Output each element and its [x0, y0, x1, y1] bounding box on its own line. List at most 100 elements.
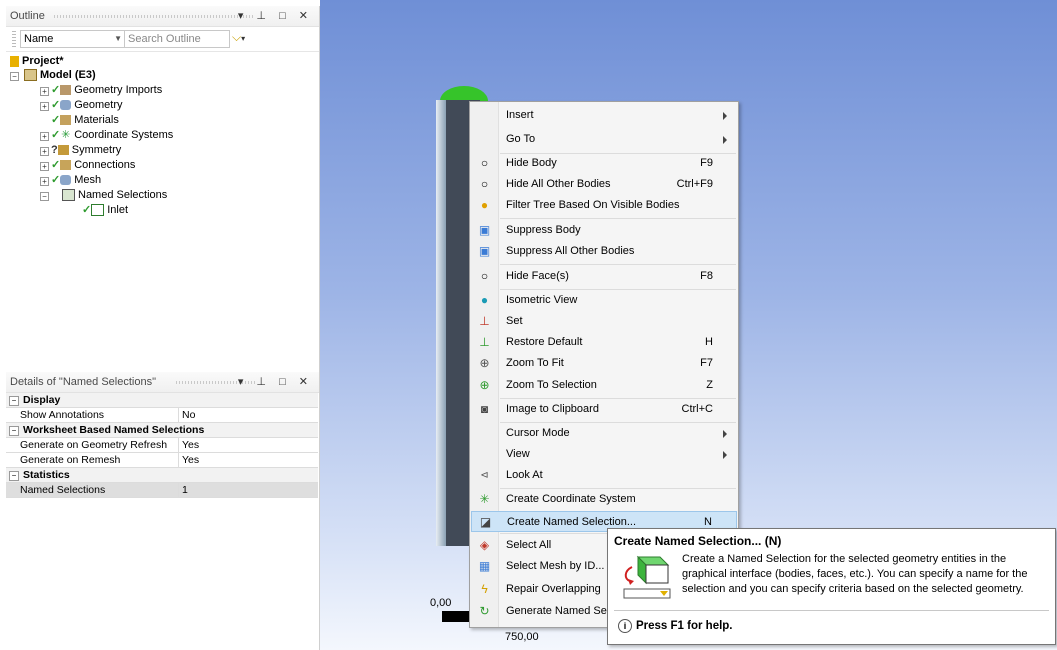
collapse-icon[interactable]: −: [9, 426, 19, 436]
detail-name: Generate on Remesh: [6, 452, 179, 468]
search-outline-input[interactable]: Search Outline: [124, 30, 230, 48]
menu-label: Image to Clipboard: [506, 403, 599, 415]
section-statistics[interactable]: − Statistics: [6, 467, 318, 483]
section-label: Display: [23, 394, 61, 406]
tree-label: Connections: [74, 159, 136, 171]
expand-icon[interactable]: +: [40, 177, 49, 186]
help-text: Press F1 for help.: [636, 620, 733, 632]
menu-item-hide-body[interactable]: ○ Hide Body F9: [471, 153, 737, 174]
detail-row[interactable]: Named Selections 1: [6, 482, 318, 498]
detail-row[interactable]: Show Annotations No: [6, 407, 318, 423]
details-window-controls[interactable]: ▾ ⊥ □ ✕: [238, 372, 313, 392]
menu-item-view[interactable]: View: [471, 444, 737, 465]
face-icon: [91, 204, 105, 217]
menu-item-image-to-clipboard[interactable]: ◙ Image to Clipboard Ctrl+C: [471, 399, 737, 420]
menu-label: Restore Default: [506, 336, 583, 348]
tree-item-symmetry[interactable]: ? Symmetry: [51, 143, 121, 158]
menu-item-suppress-body[interactable]: ▣ Suppress Body: [471, 220, 737, 241]
lightbulb-icon: ○: [480, 177, 489, 191]
menu-item-restore-default[interactable]: ⊥ Restore Default H: [471, 332, 737, 353]
toolbar-grip[interactable]: [12, 31, 16, 47]
outline-title: Outline: [10, 10, 45, 22]
tree-item-coordinate-systems[interactable]: ✓✳ Coordinate Systems: [51, 128, 173, 143]
detail-value: 1: [178, 482, 318, 498]
menu-label: Isometric View: [506, 294, 578, 306]
menu-item-filter-tree[interactable]: ● Filter Tree Based On Visible Bodies: [471, 195, 737, 216]
menu-label: Cursor Mode: [506, 427, 570, 439]
checkmark-icon: ✓: [51, 129, 61, 141]
mesh-icon: [60, 175, 72, 186]
expand-icon[interactable]: +: [40, 162, 49, 171]
menu-shortcut: Ctrl+F9: [676, 178, 713, 190]
menu-item-insert[interactable]: Insert: [471, 105, 737, 126]
menu-label: Create Coordinate System: [506, 493, 636, 505]
tree-item-geometry-imports[interactable]: ✓ Geometry Imports: [51, 83, 162, 98]
detail-row[interactable]: Generate on Geometry Refresh Yes: [6, 437, 318, 453]
lightbulb-icon: ○: [480, 156, 489, 170]
menu-item-hide-all-other-bodies[interactable]: ○ Hide All Other Bodies Ctrl+F9: [471, 174, 737, 195]
checkmark-icon: ✓: [51, 174, 61, 186]
tree-item-named-selections[interactable]: Named Selections: [62, 188, 167, 203]
menu-item-zoom-to-selection[interactable]: ⊕ Zoom To Selection Z: [471, 375, 737, 396]
menu-item-hide-faces[interactable]: ○ Hide Face(s) F8: [471, 266, 737, 287]
sphere-icon: ●: [480, 293, 489, 307]
menu-item-look-at[interactable]: ⊲ Look At: [471, 465, 737, 486]
tree-item-connections[interactable]: ✓ Connections: [51, 158, 135, 173]
detail-value[interactable]: Yes: [178, 437, 318, 453]
filter-icon[interactable]: ⌵▾: [232, 30, 245, 45]
section-label: Statistics: [23, 469, 70, 481]
section-worksheet[interactable]: − Worksheet Based Named Selections: [6, 422, 318, 438]
menu-item-isometric-view[interactable]: ● Isometric View: [471, 290, 737, 311]
tree-label: Inlet: [107, 204, 129, 216]
symmetry-icon: [57, 145, 69, 156]
detail-value[interactable]: Yes: [178, 452, 318, 468]
tree-label: Named Selections: [78, 189, 168, 201]
collapse-icon[interactable]: −: [40, 192, 49, 201]
section-display[interactable]: − Display: [6, 393, 318, 408]
details-title: Details of "Named Selections": [10, 376, 156, 388]
menu-label: Go To: [506, 133, 536, 145]
submenu-arrow-icon: [723, 451, 727, 459]
expand-icon[interactable]: +: [40, 132, 49, 141]
checkmark-icon: ✓: [51, 84, 61, 96]
tree-item-inlet[interactable]: ✓ Inlet: [82, 203, 128, 218]
detail-value[interactable]: No: [178, 407, 318, 423]
menu-item-suppress-all-other[interactable]: ▣ Suppress All Other Bodies: [471, 241, 737, 262]
mesh-id-icon: ▦: [478, 559, 491, 573]
tooltip-title: Create Named Selection... (N): [614, 534, 782, 548]
menu-label: View: [506, 448, 530, 460]
menu-separator: [500, 218, 736, 219]
menu-item-cursor-mode[interactable]: Cursor Mode: [471, 423, 737, 444]
menu-label: Hide Face(s): [506, 270, 569, 282]
tree-item-mesh[interactable]: ✓ Mesh: [51, 173, 101, 188]
expand-icon[interactable]: +: [40, 147, 49, 156]
menu-label: Generate Named Se: [506, 605, 607, 617]
left-panel: Outline ▾ ⊥ □ ✕ Name ▼ Search Outline ⌵▾…: [6, 6, 320, 650]
collapse-icon[interactable]: −: [9, 471, 19, 481]
menu-shortcut: Ctrl+C: [681, 403, 713, 415]
checkmark-icon: ✓: [82, 204, 92, 216]
details-table: − Display Show Annotations No − Worksheet B…: [6, 393, 318, 498]
tree-item-project[interactable]: Project*: [10, 54, 64, 69]
lightbulb-icon: ○: [480, 269, 489, 283]
tree-item-materials[interactable]: ✓ Materials: [51, 113, 119, 128]
menu-item-set[interactable]: ⊥ Set: [471, 311, 737, 332]
collapse-icon[interactable]: −: [9, 396, 19, 406]
tree-item-model[interactable]: Model (E3): [24, 68, 96, 83]
name-combo[interactable]: Name ▼: [20, 30, 126, 48]
tree-label: Materials: [74, 114, 119, 126]
submenu-arrow-icon: [723, 136, 727, 144]
scale-end-label: 750,00: [505, 631, 539, 643]
menu-item-create-coordinate-system[interactable]: ✳ Create Coordinate System: [471, 489, 737, 510]
expand-icon[interactable]: +: [40, 102, 49, 111]
menu-item-zoom-to-fit[interactable]: ⊕ Zoom To Fit F7: [471, 353, 737, 374]
tree-item-geometry[interactable]: ✓ Geometry: [51, 98, 123, 113]
expand-icon[interactable]: +: [40, 87, 49, 96]
detail-row[interactable]: Generate on Remesh Yes: [6, 452, 318, 468]
menu-item-go-to[interactable]: Go To: [471, 129, 737, 150]
named-selections-icon: [62, 189, 75, 202]
lightbulb-on-icon: ●: [480, 198, 489, 212]
outline-window-controls[interactable]: ▾ ⊥ □ ✕: [238, 6, 313, 26]
collapse-icon[interactable]: −: [10, 72, 19, 81]
menu-shortcut: F9: [700, 157, 713, 169]
